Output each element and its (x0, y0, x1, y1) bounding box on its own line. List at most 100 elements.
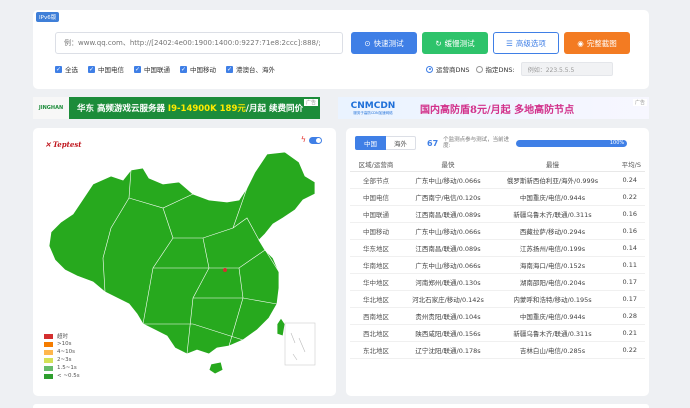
radio-unselected-icon[interactable] (475, 65, 483, 73)
map-region-hainan[interactable] (208, 361, 224, 375)
table-row[interactable]: 华北地区 河北石家庄/移动/0.142s 内蒙呼和浩特/移动/0.195s 0.17 (350, 290, 645, 308)
table-row[interactable]: 西南地区 贵州贵阳/联通/0.104s 中国重庆/电信/0.944s 0.28 (350, 307, 645, 325)
checkbox-checked-icon[interactable]: ✓ (88, 65, 95, 73)
refresh-icon: ↻ (435, 38, 442, 48)
cell-avg: 0.28 (611, 307, 645, 325)
legend-item: 1.5~1s (44, 364, 80, 372)
legend-swatch (44, 333, 53, 339)
table-row[interactable]: 中国移动 广东中山/移动/0.066s 西藏拉萨/移动/0.294s 0.16 (350, 222, 645, 240)
check-telecom[interactable]: ✓ 中国电信 (88, 64, 124, 74)
banner-right-text: 国内高防盾8元/月起 多地高防节点 (420, 104, 575, 116)
results-body: 全部节点 广东中山/移动/0.066s 俄罗斯新西伯利亚/海外/0.999s 0.24… (350, 171, 645, 359)
cell-slow: 湖南邵阳/电信/0.204s (494, 273, 611, 291)
slow-test-button[interactable]: ↻ 缓慢测试 (422, 32, 488, 54)
fast-test-button[interactable]: ⊙ 快速测试 (351, 32, 417, 54)
col-fastest: 最快 (402, 158, 495, 172)
cell-fast: 江西南昌/联通/0.089s (402, 205, 495, 223)
cell-avg: 0.14 (611, 239, 645, 257)
cell-slow: 海南海口/电信/0.152s (494, 256, 611, 274)
check-all[interactable]: ✓ 全选 (55, 64, 78, 74)
check-overseas[interactable]: ✓ 港澳台、海外 (226, 64, 275, 74)
checkbox-checked-icon[interactable]: ✓ (134, 65, 141, 73)
cell-fast: 江西南昌/联通/0.089s (402, 239, 495, 257)
map-region-taiwan[interactable] (276, 317, 286, 337)
cell-avg: 0.17 (611, 273, 645, 291)
results-panel: 中国 海外 67 个监测点参与测试，当前进度: 100% 区域/运营商 最快 最… (346, 128, 649, 396)
table-row[interactable]: 华中地区 河南郑州/联通/0.130s 湖南邵阳/电信/0.204s 0.17 (350, 273, 645, 291)
test-panel: IPv6版 ⊙ 快速测试 ↻ 缓慢测试 ☰ 高级选项 ◉ 完整截图 ✓全选 ✓中… (33, 10, 649, 89)
tab-domestic[interactable]: 中国 (355, 136, 386, 150)
radio-isp-dns[interactable]: 运营商DNS (426, 64, 470, 74)
south-china-sea-inset (284, 322, 316, 366)
full-screenshot-button[interactable]: ◉ 完整截图 (564, 32, 630, 54)
cell-fast: 广东中山/移动/0.066s (402, 222, 495, 240)
cell-avg: 0.16 (611, 222, 645, 240)
cell-slow: 内蒙呼和浩特/移动/0.195s (494, 290, 611, 308)
ad-mark: 广告 (632, 99, 647, 106)
cell-slow: 中国重庆/电信/0.944s (494, 188, 611, 206)
checkbox-checked-icon[interactable]: ✓ (55, 65, 62, 73)
table-header-row: 区域/运营商 最快 最慢 平均/S (350, 158, 645, 172)
table-row[interactable]: 中国电信 广西南宁/电信/0.120s 中国重庆/电信/0.944s 0.22 (350, 188, 645, 206)
cell-fast: 广东中山/移动/0.066s (402, 256, 495, 274)
cell-avg: 0.24 (611, 171, 645, 189)
custom-dns-input[interactable]: 例如：223.5.5.5 (520, 62, 613, 76)
checkbox-checked-icon[interactable]: ✓ (180, 65, 187, 73)
cell-avg: 0.21 (611, 324, 645, 342)
ad-banner-right[interactable]: CNMCDN 服务于高防CDN加速网络 国内高防盾8元/月起 多地高防节点 广告 (338, 97, 649, 119)
legend-swatch (44, 357, 53, 363)
check-mobile[interactable]: ✓ 中国移动 (180, 64, 216, 74)
cell-slow: 西藏拉萨/移动/0.294s (494, 222, 611, 240)
cell-fast: 陕西咸阳/联通/0.156s (402, 324, 495, 342)
isp-checkboxes: ✓ 全选 ✓ 中国电信 ✓ 中国联通 ✓ 中国移动 ✓ 港澳台、海外 (55, 64, 275, 74)
checkbox-checked-icon[interactable]: ✓ (226, 65, 233, 73)
table-row[interactable]: 中国联通 江西南昌/联通/0.089s 新疆乌鲁木齐/联通/0.311s 0.16 (350, 205, 645, 223)
col-slowest: 最慢 (494, 158, 611, 172)
legend-item: >10s (44, 340, 80, 348)
cell-fast: 贵州贵阳/联通/0.104s (402, 307, 495, 325)
cell-avg: 0.16 (611, 205, 645, 223)
cell-slow: 俄罗斯新西伯利亚/海外/0.999s (494, 171, 611, 189)
ad-mark: 广告 (303, 99, 318, 106)
cell-avg: 0.22 (611, 188, 645, 206)
ipv6-tag[interactable]: IPv6版 (36, 12, 60, 22)
advanced-options-button[interactable]: ☰ 高级选项 (493, 32, 559, 54)
cell-avg: 0.11 (611, 256, 645, 274)
play-icon: ⊙ (364, 38, 371, 48)
cell-avg: 0.22 (611, 341, 645, 359)
tab-overseas[interactable]: 海外 (386, 136, 416, 150)
cell-fast: 河南郑州/联通/0.130s (402, 273, 495, 291)
radio-custom-dns[interactable]: 指定DNS: (475, 64, 515, 74)
cell-fast: 广西南宁/电信/0.120s (402, 188, 495, 206)
cell-region: 华南地区 (350, 256, 402, 274)
results-header: 中国 海外 67 个监测点参与测试，当前进度: 100% (355, 136, 628, 150)
dns-options: 运营商DNS 指定DNS: 例如：223.5.5.5 (426, 62, 613, 76)
cell-region: 西南地区 (350, 307, 402, 325)
banner-left-text: 华东 高频游戏云服务器 I9-14900K 189元/月起 续费同价 (77, 104, 303, 114)
table-row[interactable]: 华南地区 广东中山/移动/0.066s 海南海口/电信/0.152s 0.11 (350, 256, 645, 274)
ad-banner-left[interactable]: JINGHAN 华东 高频游戏云服务器 I9-14900K 189元/月起 续费… (33, 97, 320, 119)
progress-bar: 100% (516, 139, 628, 147)
cell-region: 中国电信 (350, 188, 402, 206)
cell-slow: 吉林白山/电信/0.285s (494, 341, 611, 359)
check-unicom[interactable]: ✓ 中国联通 (134, 64, 170, 74)
table-row[interactable]: 华东地区 江西南昌/联通/0.089s 江苏扬州/电信/0.199s 0.14 (350, 239, 645, 257)
cell-avg: 0.17 (611, 290, 645, 308)
legend-swatch (44, 349, 53, 355)
camera-icon: ◉ (577, 38, 584, 48)
legend-item: 4~10s (44, 348, 80, 356)
col-average: 平均/S (611, 158, 645, 172)
table-row[interactable]: 全部节点 广东中山/移动/0.066s 俄罗斯新西伯利亚/海外/0.999s 0.24 (350, 171, 645, 189)
table-row[interactable]: 东北地区 辽宁沈阳/联通/0.178s 吉林白山/电信/0.285s 0.22 (350, 341, 645, 359)
url-input[interactable] (55, 32, 343, 54)
map-panel: ✕ Teptest ϟ 超时 >10s 4~10s 2~3s 1.5~1s < … (33, 128, 336, 396)
map-legend: 超时 >10s 4~10s 2~3s 1.5~1s < ~0.5s (44, 332, 80, 380)
cell-fast: 河北石家庄/移动/0.142s (402, 290, 495, 308)
cell-region: 华东地区 (350, 239, 402, 257)
menu-icon: ☰ (506, 38, 513, 48)
radio-selected-icon[interactable] (426, 65, 433, 73)
node-count: 67 (427, 138, 439, 148)
legend-swatch (44, 373, 53, 379)
cell-slow: 新疆乌鲁木齐/联通/0.311s (494, 205, 611, 223)
table-row[interactable]: 西北地区 陕西咸阳/联通/0.156s 新疆乌鲁木齐/联通/0.311s 0.21 (350, 324, 645, 342)
